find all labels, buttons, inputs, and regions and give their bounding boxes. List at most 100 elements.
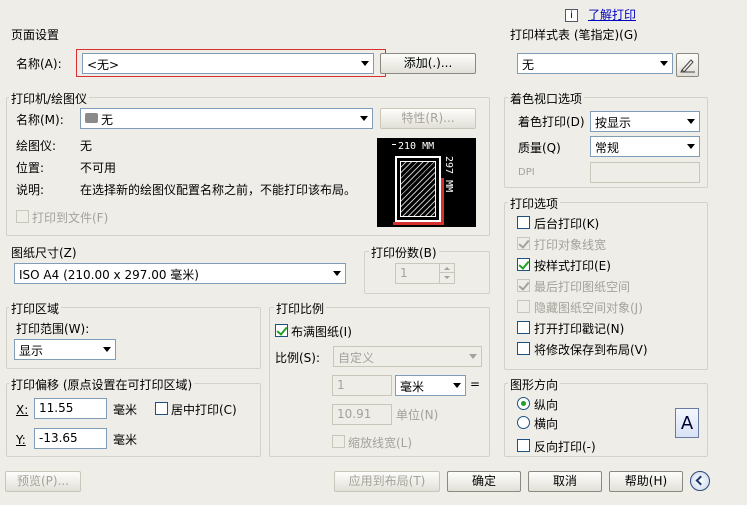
printer-name-value: 无	[101, 113, 114, 127]
plotter-label: 绘图仪:	[16, 139, 57, 153]
add-page-setup-button[interactable]: 添加(.)...	[380, 53, 476, 74]
chevron-down-icon	[687, 119, 695, 124]
reverse-plot-checkbox[interactable]	[517, 439, 530, 452]
quality-select[interactable]: 常规	[590, 136, 700, 157]
dpi-input[interactable]	[590, 162, 700, 183]
offset-y-input[interactable]: -13.65	[34, 428, 107, 449]
chevron-down-icon	[453, 383, 461, 388]
chevron-down-icon	[469, 354, 477, 359]
background-plot-checkbox[interactable]	[517, 216, 530, 229]
preview-hatch	[400, 161, 436, 217]
location-label: 位置:	[16, 161, 45, 175]
shade-plot-label: 着色打印(D)	[518, 115, 585, 129]
pencil-icon	[679, 59, 695, 73]
spinner-down-icon[interactable]	[440, 273, 454, 282]
help-button[interactable]: 帮助(H)	[609, 471, 683, 492]
preview-height-label: 297 MM	[443, 156, 454, 193]
plot-paperspace-last-label: 最后打印图纸空间	[534, 280, 631, 294]
offset-y-label: Y:	[16, 433, 26, 447]
landscape-label: 横向	[534, 417, 559, 431]
page-setup-name-select[interactable]: <无>	[82, 53, 374, 74]
center-plot-checkbox[interactable]	[155, 402, 168, 415]
printer-icon	[85, 113, 98, 123]
save-changes-to-layout-checkbox[interactable]	[517, 342, 530, 355]
plotter-value: 无	[80, 139, 93, 153]
description-value: 在选择新的绘图仪配置名称之前，不能打印该布局。	[80, 183, 357, 197]
plot-paperspace-last-checkbox[interactable]	[517, 279, 530, 292]
quality-value: 常规	[595, 141, 620, 155]
scale-lineweights-label: 缩放线宽(L)	[348, 436, 413, 450]
portrait-radio[interactable]	[517, 397, 530, 410]
plot-range-select[interactable]: 显示	[14, 339, 116, 360]
scale-label: 比例(S):	[275, 351, 321, 365]
chevron-left-icon	[695, 475, 706, 486]
hide-paperspace-objects-label: 隐藏图纸空间对象(J)	[534, 301, 643, 315]
orientation-page-icon: A	[675, 408, 699, 438]
page-setup-title: 页面设置	[11, 28, 60, 42]
preview-button[interactable]: 预览(P)...	[5, 471, 81, 492]
printer-title: 打印机/绘图仪	[9, 90, 90, 107]
style-table-value: 无	[522, 58, 535, 72]
apply-to-layout-button[interactable]: 应用到布局(T)	[334, 471, 440, 492]
portrait-label: 纵向	[534, 398, 559, 412]
scale-unit-select[interactable]: 毫米	[395, 375, 466, 396]
style-table-title: 打印样式表 (笔指定)(G)	[510, 28, 638, 42]
preview-top-rule	[392, 144, 396, 145]
plot-stamp-label: 打开打印戳记(N)	[534, 322, 625, 336]
cancel-button[interactable]: 取消	[528, 471, 602, 492]
preview-red-right	[441, 178, 444, 225]
location-value: 不可用	[80, 161, 117, 175]
printer-name-select[interactable]: 无	[80, 108, 373, 129]
landscape-radio[interactable]	[517, 416, 530, 429]
fit-to-paper-label: 布满图纸(I)	[291, 325, 352, 339]
offset-x-unit: 毫米	[113, 403, 138, 417]
scale-select[interactable]: 自定义	[333, 346, 482, 367]
chevron-down-icon	[103, 347, 111, 352]
plot-scale-title: 打印比例	[274, 300, 327, 317]
collapse-icon[interactable]	[690, 471, 710, 491]
scale-lineweights-checkbox[interactable]	[332, 435, 345, 448]
printer-properties-button[interactable]: 特性(R)...	[380, 108, 476, 129]
shade-plot-select[interactable]: 按显示	[590, 111, 700, 132]
offset-x-input[interactable]: 11.55	[34, 398, 107, 419]
scale-value: 自定义	[338, 351, 375, 365]
offset-x-label: X:	[16, 403, 29, 417]
plot-lineweights-label: 打印对象线宽	[534, 238, 607, 252]
edit-style-button[interactable]	[676, 53, 699, 77]
copies-input[interactable]: 1	[395, 263, 455, 284]
orientation-title: 图形方向	[508, 376, 561, 393]
hide-paperspace-objects-checkbox[interactable]	[517, 300, 530, 313]
fit-to-paper-checkbox[interactable]	[275, 324, 288, 337]
reverse-plot-label: 反向打印(-)	[534, 440, 596, 454]
paper-size-value: ISO A4 (210.00 x 297.00 毫米)	[19, 268, 199, 282]
paper-size-title: 图纸尺寸(Z)	[11, 246, 77, 260]
center-plot-label: 居中打印(C)	[171, 403, 237, 417]
copies-spinner[interactable]	[439, 264, 454, 283]
plot-lineweights-checkbox[interactable]	[517, 237, 530, 250]
shade-plot-value: 按显示	[595, 116, 632, 130]
save-changes-to-layout-label: 将修改保存到布局(V)	[534, 343, 648, 357]
print-to-file-label: 打印到文件(F)	[32, 211, 109, 225]
ok-button[interactable]: 确定	[447, 471, 521, 492]
page-setup-name-value: <无>	[87, 58, 120, 72]
paper-size-select[interactable]: ISO A4 (210.00 x 297.00 毫米)	[14, 263, 346, 284]
plot-with-styles-checkbox[interactable]	[517, 258, 530, 271]
style-table-select[interactable]: 无	[517, 53, 673, 74]
plot-range-label: 打印范围(W):	[16, 322, 90, 336]
help-link[interactable]: 了解打印	[588, 6, 636, 23]
spinner-up-icon[interactable]	[440, 264, 454, 273]
scale-unit-value: 毫米	[400, 380, 425, 394]
plot-options-title: 打印选项	[508, 195, 561, 212]
shaded-viewport-title: 着色视口选项	[508, 90, 585, 107]
copies-value: 1	[400, 266, 408, 280]
chevron-down-icon	[361, 61, 369, 66]
print-to-file-checkbox[interactable]	[16, 210, 29, 223]
chevron-down-icon	[360, 116, 368, 121]
plot-stamp-checkbox[interactable]	[517, 321, 530, 334]
scale-value2-input[interactable]: 10.91	[332, 404, 392, 425]
scale-value1-input[interactable]: 1	[332, 375, 392, 396]
info-icon: i	[565, 9, 578, 22]
preview-red-edge	[393, 222, 443, 225]
plot-offset-title: 打印偏移 (原点设置在可打印区域)	[9, 376, 195, 393]
printer-name-label: 名称(M):	[16, 113, 64, 127]
